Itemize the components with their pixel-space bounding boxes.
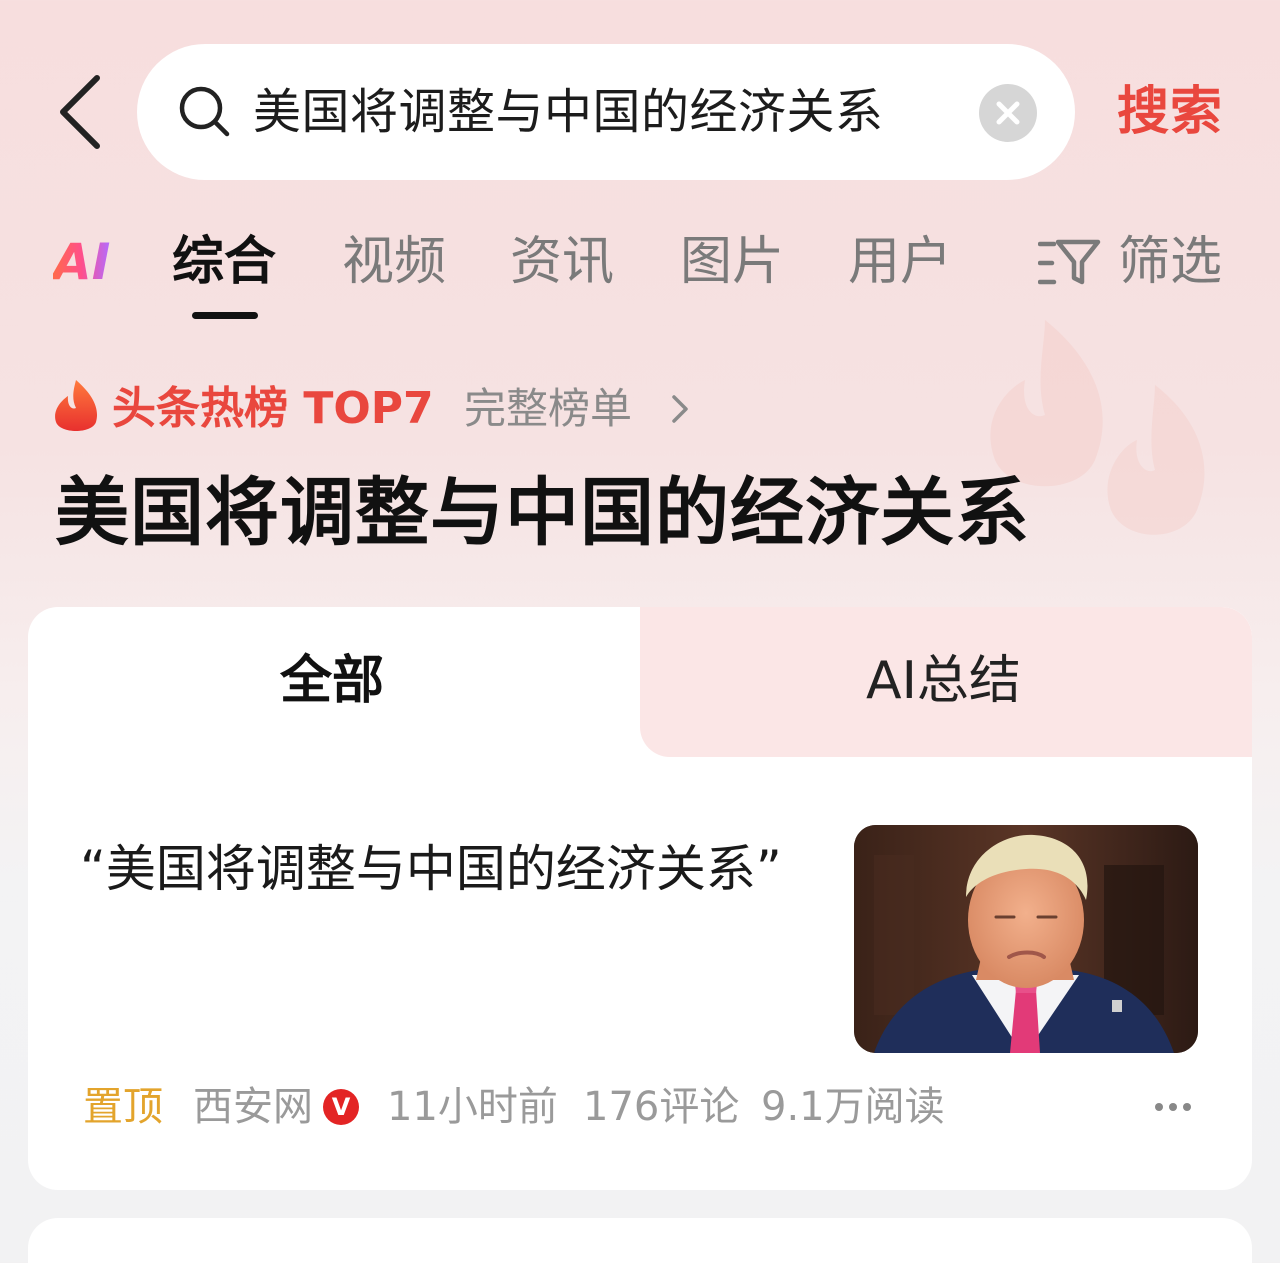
tab-video[interactable]: 视频 (342, 228, 446, 296)
topic-title: 美国将调整与中国的经济关系 (55, 470, 1030, 556)
back-arrow-icon (60, 75, 100, 149)
filter-label: 筛选 (1118, 232, 1223, 292)
clear-icon (996, 101, 1020, 125)
news-time: 11小时前 (387, 1084, 558, 1130)
tab-users[interactable]: 用户 (848, 228, 952, 296)
segment-all[interactable]: 全部 (280, 647, 384, 715)
search-input[interactable]: 美国将调整与中国的经济关系 (253, 78, 884, 146)
full-list-link[interactable]: 完整榜单 (464, 378, 632, 440)
hot-list-label: 头条热榜 TOP7 (112, 383, 434, 434)
segment-ai-summary[interactable]: AI总结 (866, 647, 1021, 715)
clear-search-button[interactable] (979, 84, 1037, 142)
next-result-card (28, 1218, 1252, 1263)
pinned-label: 置顶 (83, 1084, 163, 1130)
news-source[interactable]: 西安网 (193, 1081, 313, 1133)
flame-icon (55, 380, 98, 431)
top-bar: 美国将调整与中国的经济关系 搜索 (0, 44, 1280, 180)
verified-icon: V (323, 1089, 359, 1125)
search-icon (179, 86, 230, 137)
category-tabs: AI 综合 视频 资讯 图片 用户 筛选 (0, 222, 1280, 332)
tab-news[interactable]: 资讯 (510, 228, 614, 296)
news-reads: 9.1万阅读 (761, 1084, 945, 1130)
filter-icon (1038, 239, 1101, 285)
tab-images[interactable]: 图片 (680, 228, 784, 296)
more-icon[interactable] (1153, 1101, 1193, 1113)
result-card: 全部 AI总结 “美国将调整与中国的经济关系” 置顶 西安网 V 11小时前 1… (28, 607, 1252, 1190)
news-comments: 176评论 (583, 1084, 740, 1130)
tab-comprehensive[interactable]: 综合 (172, 228, 276, 296)
back-button[interactable] (55, 74, 109, 150)
news-title[interactable]: “美国将调整与中国的经济关系” (80, 823, 800, 915)
search-box[interactable]: 美国将调整与中国的经济关系 (137, 44, 1075, 180)
chevron-right-icon[interactable] (670, 394, 690, 424)
portrait-image (854, 825, 1198, 1053)
hot-list-row: 头条热榜 TOP7 完整榜单 (52, 378, 752, 440)
ai-tab-logo[interactable]: AI (53, 232, 110, 292)
news-meta-row: 置顶 西安网 V 11小时前 176评论 9.1万阅读 (83, 1081, 1203, 1133)
background-flame-decoration (1107, 385, 1205, 535)
search-submit-button[interactable]: 搜索 (1117, 78, 1223, 146)
active-tab-indicator (192, 312, 258, 319)
news-thumbnail[interactable] (854, 825, 1198, 1053)
